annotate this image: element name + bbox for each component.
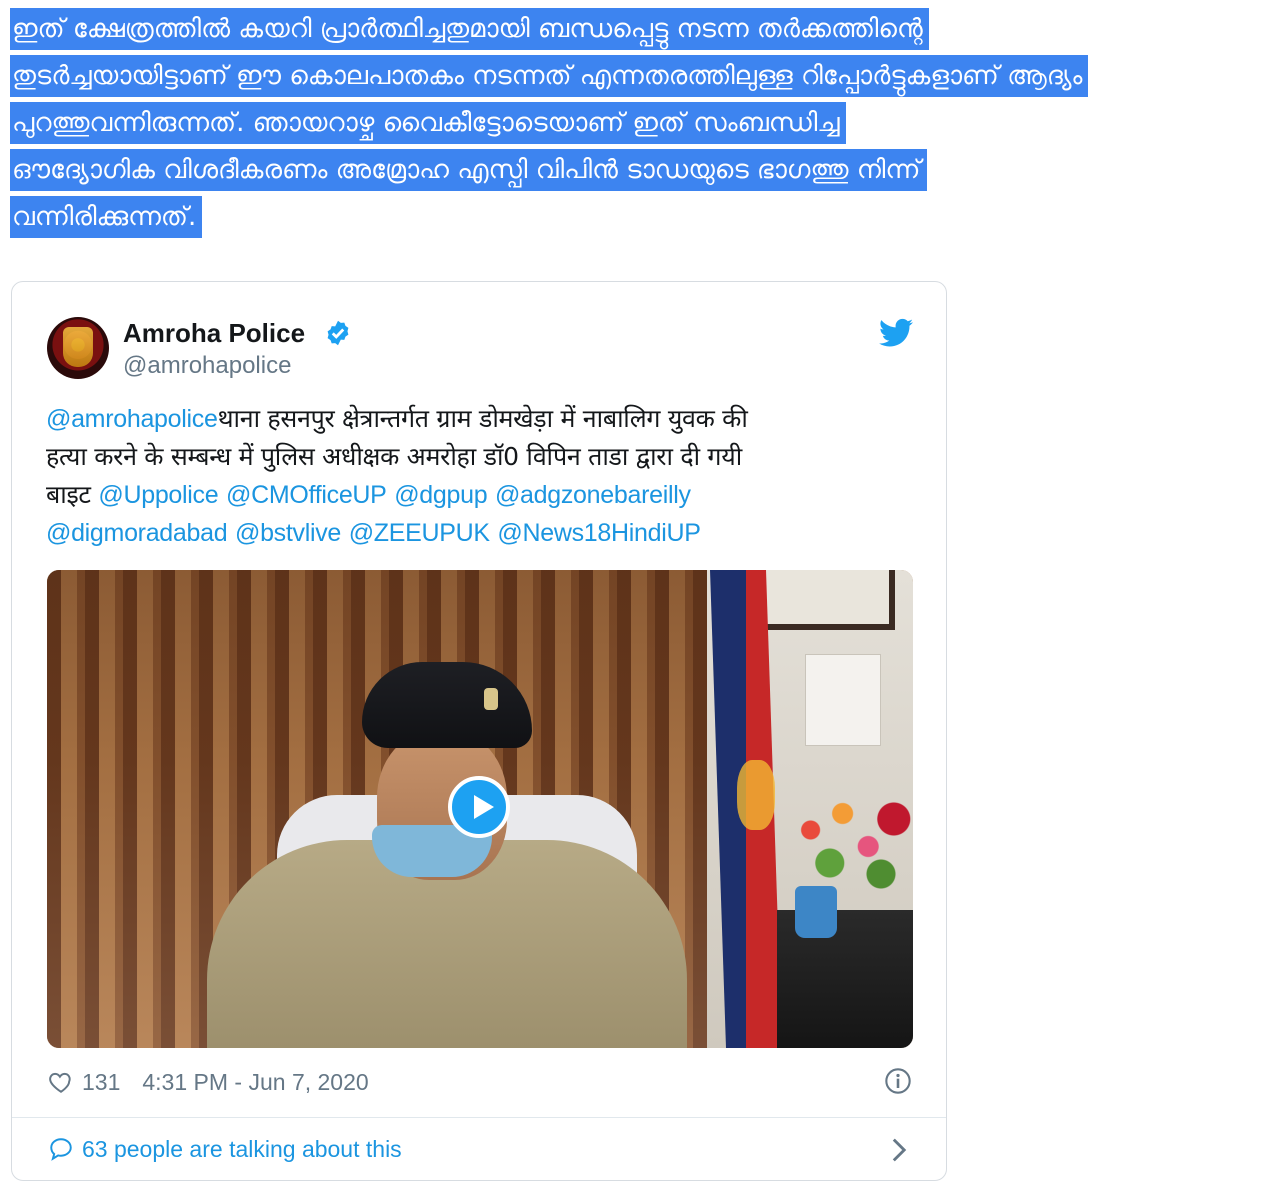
divider (12, 1117, 946, 1118)
article-paragraph: ഇത് ക്ഷേത്രത്തിൽ കയറി പ്രാർത്ഥിച്ചതുമായി… (10, 6, 1278, 241)
info-icon[interactable] (884, 1067, 912, 1095)
tweet-text: @amrohapoliceथाना हसनपुर क्षेत्रान्तर्गत… (46, 400, 916, 552)
selected-text: പുറത്തുവന്നിരുന്നത്. ഞായറാഴ്ച വൈകീട്ടോടെ… (10, 102, 846, 144)
chevron-right-icon[interactable] (890, 1137, 908, 1163)
mention-link[interactable]: @dgpup (394, 481, 487, 509)
user-handle[interactable]: @amrohapolice (123, 352, 291, 380)
flower-bouquet (785, 786, 913, 896)
vase (795, 886, 837, 938)
embedded-tweet[interactable]: Amroha Police @amrohapolice @amrohapolic… (11, 281, 947, 1181)
timestamp[interactable]: 4:31 PM - Jun 7, 2020 (142, 1069, 368, 1096)
mention-link[interactable]: @CMOfficeUP (226, 481, 387, 509)
article-line: പുറത്തുവന്നിരുന്നത്. ഞായറാഴ്ച വൈകീട്ടോടെ… (10, 100, 1278, 147)
mention-link[interactable]: @News18HindiUP (497, 519, 701, 547)
mention-link[interactable]: @ZEEUPUK (349, 519, 490, 547)
conversation-link[interactable]: 63 people are talking about this (48, 1133, 402, 1165)
selected-text: തുടർച്ചയായിട്ടാണ് ഈ കൊലപാതകം നടന്നത് എന്… (10, 55, 1089, 97)
wall-frame (757, 570, 895, 630)
mention-link[interactable]: @digmoradabad (46, 519, 228, 547)
mention-link[interactable]: @Uppolice (98, 481, 218, 509)
flag-emblem (737, 760, 775, 830)
mention-link[interactable]: @bstvlive (235, 519, 341, 547)
switchboard (805, 654, 881, 746)
display-name[interactable]: Amroha Police (123, 318, 305, 349)
tweet-body: थाना हसनपुर क्षेत्रान्तर्गत ग्राम डोमखेड… (217, 404, 748, 433)
verified-badge-icon (327, 320, 349, 346)
speech-bubble-icon (50, 1138, 72, 1161)
selected-text: വന്നിരിക്കുന്നത്. (10, 196, 203, 238)
video-thumbnail[interactable] (47, 570, 913, 1048)
conversation-label[interactable]: 63 people are talking about this (82, 1136, 402, 1163)
tweet-body: बाइट (46, 480, 91, 509)
article-line: ഇത് ക്ഷേത്രത്തിൽ കയറി പ്രാർത്ഥിച്ചതുമായി… (10, 6, 1278, 53)
heart-icon[interactable] (48, 1069, 74, 1095)
avatar[interactable] (47, 317, 109, 379)
police-emblem-icon (63, 327, 93, 367)
page: ഇത് ക്ഷേത്രത്തിൽ കയറി പ്രാർത്ഥിച്ചതുമായി… (0, 0, 1280, 1184)
tweet-body: हत्या करने के सम्बन्ध में पुलिस अधीक्षक … (46, 442, 742, 471)
article-line: വന്നിരിക്കുന്നത്. (10, 194, 1278, 241)
like-count[interactable]: 131 (82, 1069, 120, 1096)
mention-link[interactable]: @amrohapolice (46, 405, 218, 433)
mention-link[interactable]: @adgzonebareilly (495, 481, 691, 509)
selected-text: ഇത് ക്ഷേത്രത്തിൽ കയറി പ്രാർത്ഥിച്ചതുമായി… (10, 8, 929, 50)
cap-badge (484, 688, 498, 710)
selected-text: ഔദ്യോഗിക വിശദീകരണം അമ്രോഹ എസ്പി വിപിൻ ടാ… (10, 149, 927, 191)
article-line: ഔദ്യോഗിക വിശദീകരണം അമ്രോഹ എസ്പി വിപിൻ ടാ… (10, 147, 1278, 194)
article-line: തുടർച്ചയായിട്ടാണ് ഈ കൊലപാതകം നടന്നത് എന്… (10, 53, 1278, 100)
play-icon[interactable] (448, 776, 510, 838)
twitter-bird-icon[interactable] (879, 318, 913, 348)
tweet-meta: 131 4:31 PM - Jun 7, 2020 (48, 1067, 369, 1097)
